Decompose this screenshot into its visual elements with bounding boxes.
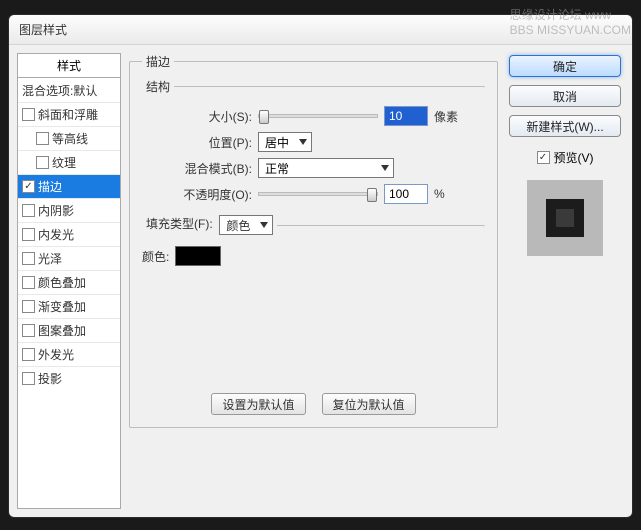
style-row-inner-glow[interactable]: 内发光 xyxy=(18,222,120,246)
checkbox-icon[interactable] xyxy=(22,228,35,241)
fill-type-value: 颜色 xyxy=(226,217,250,234)
style-label: 斜面和浮雕 xyxy=(38,106,98,123)
checkbox-icon[interactable] xyxy=(22,372,35,385)
style-row-gradient-overlay[interactable]: 渐变叠加 xyxy=(18,294,120,318)
checkbox-icon[interactable] xyxy=(22,276,35,289)
style-label: 图案叠加 xyxy=(38,322,86,339)
fill-group: 填充类型(F): 颜色 颜色: xyxy=(142,215,485,269)
style-label: 等高线 xyxy=(52,130,88,147)
checkbox-icon[interactable] xyxy=(36,132,49,145)
checkbox-icon[interactable] xyxy=(22,180,35,193)
blending-options-row[interactable]: 混合选项:默认 xyxy=(18,78,120,102)
position-select[interactable]: 居中 xyxy=(258,132,312,152)
blend-mode-label: 混合模式(B): xyxy=(166,160,252,177)
checkbox-icon[interactable] xyxy=(22,324,35,337)
slider-thumb-icon[interactable] xyxy=(367,188,377,202)
blend-mode-row: 混合模式(B): 正常 xyxy=(166,155,485,181)
style-label: 投影 xyxy=(38,370,62,387)
default-buttons-row: 设置为默认值 复位为默认值 xyxy=(142,393,485,415)
styles-sidebar: 样式 混合选项:默认 斜面和浮雕 等高线 纹理 xyxy=(17,53,121,509)
blending-options-label: 混合选项:默认 xyxy=(22,82,97,99)
styles-list: 混合选项:默认 斜面和浮雕 等高线 纹理 描边 xyxy=(17,77,121,509)
position-value: 居中 xyxy=(265,134,289,151)
style-row-bevel[interactable]: 斜面和浮雕 xyxy=(18,102,120,126)
style-row-contour[interactable]: 等高线 xyxy=(18,126,120,150)
chevron-down-icon xyxy=(260,222,268,228)
style-row-inner-shadow[interactable]: 内阴影 xyxy=(18,198,120,222)
cancel-button[interactable]: 取消 xyxy=(509,85,621,107)
ok-button[interactable]: 确定 xyxy=(509,55,621,77)
fill-type-label: 填充类型(F): xyxy=(146,217,213,231)
position-label: 位置(P): xyxy=(166,134,252,151)
fill-type-select[interactable]: 颜色 xyxy=(219,215,273,235)
style-label: 内阴影 xyxy=(38,202,74,219)
color-swatch[interactable] xyxy=(175,246,221,266)
structure-group: 结构 大小(S): 10 像素 位置(P): 居中 xyxy=(142,78,485,207)
style-label: 光泽 xyxy=(38,250,62,267)
size-label: 大小(S): xyxy=(166,108,252,125)
opacity-label: 不透明度(O): xyxy=(166,186,252,203)
style-row-stroke[interactable]: 描边 xyxy=(18,174,120,198)
style-row-satin[interactable]: 光泽 xyxy=(18,246,120,270)
style-label: 描边 xyxy=(38,178,62,195)
checkbox-icon[interactable] xyxy=(22,108,35,121)
color-row: 颜色: xyxy=(142,243,485,269)
new-style-button[interactable]: 新建样式(W)... xyxy=(509,115,621,137)
style-label: 颜色叠加 xyxy=(38,274,86,291)
blend-mode-select[interactable]: 正常 xyxy=(258,158,394,178)
preview-toggle[interactable]: 预览(V) xyxy=(537,149,594,166)
style-row-outer-glow[interactable]: 外发光 xyxy=(18,342,120,366)
position-row: 位置(P): 居中 xyxy=(166,129,485,155)
checkbox-icon[interactable] xyxy=(22,252,35,265)
dialog-body: 样式 混合选项:默认 斜面和浮雕 等高线 纹理 xyxy=(9,45,632,517)
style-label: 纹理 xyxy=(52,154,76,171)
preview-label: 预览(V) xyxy=(554,149,594,166)
opacity-unit: % xyxy=(434,187,445,201)
style-row-drop-shadow[interactable]: 投影 xyxy=(18,366,120,390)
style-row-pattern-overlay[interactable]: 图案叠加 xyxy=(18,318,120,342)
size-unit: 像素 xyxy=(434,108,458,125)
checkbox-icon[interactable] xyxy=(22,300,35,313)
opacity-input[interactable]: 100 xyxy=(384,184,428,204)
opacity-row: 不透明度(O): 100 % xyxy=(166,181,485,207)
checkbox-icon[interactable] xyxy=(22,348,35,361)
checkbox-icon[interactable] xyxy=(36,156,49,169)
checkbox-icon[interactable] xyxy=(22,204,35,217)
titlebar[interactable]: 图层样式 xyxy=(9,15,632,45)
fill-legend: 填充类型(F): 颜色 xyxy=(142,215,277,235)
preview-swatch-icon xyxy=(546,199,584,237)
style-label: 渐变叠加 xyxy=(38,298,86,315)
slider-thumb-icon[interactable] xyxy=(259,110,269,124)
style-row-color-overlay[interactable]: 颜色叠加 xyxy=(18,270,120,294)
make-default-button[interactable]: 设置为默认值 xyxy=(211,393,305,415)
chevron-down-icon xyxy=(381,165,389,171)
reset-default-button[interactable]: 复位为默认值 xyxy=(322,393,416,415)
styles-header-label: 样式 xyxy=(57,57,81,74)
size-slider[interactable] xyxy=(258,114,378,118)
preview-thumbnail xyxy=(527,180,603,256)
settings-panel: 描边 结构 大小(S): 10 像素 位置(P): 居中 xyxy=(129,53,498,509)
blend-mode-value: 正常 xyxy=(265,160,289,177)
checkbox-icon[interactable] xyxy=(537,151,550,164)
color-label: 颜色: xyxy=(142,248,169,265)
action-column: 确定 取消 新建样式(W)... 预览(V) xyxy=(506,53,624,509)
styles-header[interactable]: 样式 xyxy=(17,53,121,77)
stroke-legend: 描边 xyxy=(142,53,174,70)
chevron-down-icon xyxy=(299,139,307,145)
stroke-fieldset: 描边 结构 大小(S): 10 像素 位置(P): 居中 xyxy=(129,53,498,428)
size-row: 大小(S): 10 像素 xyxy=(166,103,485,129)
style-row-texture[interactable]: 纹理 xyxy=(18,150,120,174)
style-label: 内发光 xyxy=(38,226,74,243)
style-label: 外发光 xyxy=(38,346,74,363)
opacity-slider[interactable] xyxy=(258,192,378,196)
dialog-title: 图层样式 xyxy=(19,21,67,38)
layer-style-dialog: 图层样式 样式 混合选项:默认 斜面和浮雕 等高线 xyxy=(8,14,633,518)
structure-legend: 结构 xyxy=(142,78,174,95)
size-input[interactable]: 10 xyxy=(384,106,428,126)
